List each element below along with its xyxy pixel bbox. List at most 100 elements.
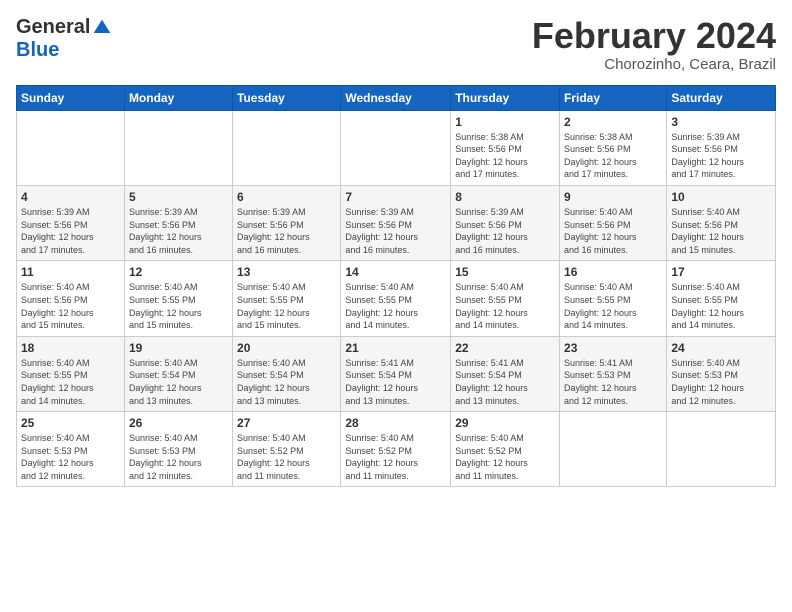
day-number: 26	[129, 416, 228, 430]
day-info: Sunrise: 5:40 AM Sunset: 5:53 PM Dayligh…	[129, 432, 228, 482]
calendar-cell: 16Sunrise: 5:40 AM Sunset: 5:55 PM Dayli…	[560, 261, 667, 336]
day-number: 25	[21, 416, 120, 430]
location-text: Chorozinho, Ceara, Brazil	[532, 56, 776, 73]
day-number: 18	[21, 341, 120, 355]
day-number: 23	[564, 341, 662, 355]
calendar-cell	[233, 110, 341, 185]
weekday-header-row: SundayMondayTuesdayWednesdayThursdayFrid…	[17, 85, 776, 110]
calendar-cell: 10Sunrise: 5:40 AM Sunset: 5:56 PM Dayli…	[667, 185, 776, 260]
weekday-header-wednesday: Wednesday	[341, 85, 451, 110]
day-number: 5	[129, 190, 228, 204]
calendar-cell: 6Sunrise: 5:39 AM Sunset: 5:56 PM Daylig…	[233, 185, 341, 260]
calendar-cell: 15 Sunrise: 5:40 AM Sunset: 5:55 PM Dayli…	[451, 261, 560, 336]
day-info: Sunrise: 5:40 AM Sunset: 5:55 PM Dayligh…	[345, 281, 446, 331]
day-info: Sunrise: 5:38 AM Sunset: 5:56 PM Dayligh…	[455, 131, 555, 181]
logo: General Blue	[16, 16, 112, 62]
calendar-cell: 28 Sunrise: 5:40 AM Sunset: 5:52 PM Dayli…	[341, 412, 451, 487]
calendar-week-row: 11 Sunrise: 5:40 AM Sunset: 5:56 PM Dayli…	[17, 261, 776, 336]
logo-blue-text: Blue	[16, 39, 59, 62]
day-number: 16	[564, 265, 662, 279]
page-header: General Blue February 2024 Chorozinho, C…	[16, 16, 776, 73]
calendar-cell: 5 Sunrise: 5:39 AM Sunset: 5:56 PM Daylig…	[124, 185, 232, 260]
day-number: 15	[455, 265, 555, 279]
day-info: Sunrise: 5:40 AM Sunset: 5:52 PM Dayligh…	[455, 432, 555, 482]
day-info: Sunrise: 5:40 AM Sunset: 5:56 PM Dayligh…	[21, 281, 120, 331]
day-number: 10	[671, 190, 771, 204]
day-number: 13	[237, 265, 336, 279]
day-number: 24	[671, 341, 771, 355]
day-number: 9	[564, 190, 662, 204]
calendar-cell: 29 Sunrise: 5:40 AM Sunset: 5:52 PM Dayli…	[451, 412, 560, 487]
weekday-header-sunday: Sunday	[17, 85, 125, 110]
day-info: Sunrise: 5:39 AM Sunset: 5:56 PM Dayligh…	[129, 206, 228, 256]
calendar-cell: 3 Sunrise: 5:39 AM Sunset: 5:56 PM Daylig…	[667, 110, 776, 185]
day-number: 2	[564, 115, 662, 129]
day-number: 28	[345, 416, 446, 430]
day-number: 7	[345, 190, 446, 204]
day-number: 29	[455, 416, 555, 430]
calendar-cell: 7 Sunrise: 5:39 AM Sunset: 5:56 PM Daylig…	[341, 185, 451, 260]
day-info: Sunrise: 5:39 AM Sunset: 5:56 PM Dayligh…	[671, 131, 771, 181]
calendar-cell	[667, 412, 776, 487]
day-info: Sunrise: 5:39 AM Sunset: 5:56 PM Dayligh…	[455, 206, 555, 256]
calendar-cell	[17, 110, 125, 185]
calendar-cell: 19 Sunrise: 5:40 AM Sunset: 5:54 PM Dayli…	[124, 336, 232, 411]
day-info: Sunrise: 5:41 AM Sunset: 5:53 PM Dayligh…	[564, 357, 662, 407]
day-info: Sunrise: 5:41 AM Sunset: 5:54 PM Dayligh…	[455, 357, 555, 407]
day-number: 1	[455, 115, 555, 129]
day-info: Sunrise: 5:40 AM Sunset: 5:55 PM Dayligh…	[671, 281, 771, 331]
calendar-cell	[560, 412, 667, 487]
day-info: Sunrise: 5:40 AM Sunset: 5:55 PM Dayligh…	[129, 281, 228, 331]
day-info: Sunrise: 5:40 AM Sunset: 5:55 PM Dayligh…	[455, 281, 555, 331]
calendar-cell: 26 Sunrise: 5:40 AM Sunset: 5:53 PM Dayli…	[124, 412, 232, 487]
calendar-cell: 11 Sunrise: 5:40 AM Sunset: 5:56 PM Dayli…	[17, 261, 125, 336]
day-number: 11	[21, 265, 120, 279]
day-number: 19	[129, 341, 228, 355]
calendar-cell: 25 Sunrise: 5:40 AM Sunset: 5:53 PM Dayli…	[17, 412, 125, 487]
calendar-cell: 13 Sunrise: 5:40 AM Sunset: 5:55 PM Dayli…	[233, 261, 341, 336]
calendar-week-row: 1 Sunrise: 5:38 AM Sunset: 5:56 PM Daylig…	[17, 110, 776, 185]
calendar-cell: 24 Sunrise: 5:40 AM Sunset: 5:53 PM Dayli…	[667, 336, 776, 411]
day-number: 4	[21, 190, 120, 204]
calendar-cell: 2 Sunrise: 5:38 AM Sunset: 5:56 PM Daylig…	[560, 110, 667, 185]
calendar-cell	[124, 110, 232, 185]
day-info: Sunrise: 5:40 AM Sunset: 5:54 PM Dayligh…	[129, 357, 228, 407]
day-number: 6	[237, 190, 336, 204]
calendar-cell: 27Sunrise: 5:40 AM Sunset: 5:52 PM Dayli…	[233, 412, 341, 487]
month-title: February 2024	[532, 16, 776, 56]
calendar-cell	[341, 110, 451, 185]
day-number: 3	[671, 115, 771, 129]
calendar-cell: 4Sunrise: 5:39 AM Sunset: 5:56 PM Daylig…	[17, 185, 125, 260]
calendar-cell: 8Sunrise: 5:39 AM Sunset: 5:56 PM Daylig…	[451, 185, 560, 260]
day-info: Sunrise: 5:40 AM Sunset: 5:52 PM Dayligh…	[237, 432, 336, 482]
day-number: 21	[345, 341, 446, 355]
day-info: Sunrise: 5:39 AM Sunset: 5:56 PM Dayligh…	[345, 206, 446, 256]
day-info: Sunrise: 5:40 AM Sunset: 5:53 PM Dayligh…	[21, 432, 120, 482]
calendar-cell: 21 Sunrise: 5:41 AM Sunset: 5:54 PM Dayli…	[341, 336, 451, 411]
title-area: February 2024 Chorozinho, Ceara, Brazil	[532, 16, 776, 73]
calendar-cell: 14 Sunrise: 5:40 AM Sunset: 5:55 PM Dayli…	[341, 261, 451, 336]
day-info: Sunrise: 5:40 AM Sunset: 5:56 PM Dayligh…	[564, 206, 662, 256]
day-info: Sunrise: 5:40 AM Sunset: 5:52 PM Dayligh…	[345, 432, 446, 482]
day-info: Sunrise: 5:40 AM Sunset: 5:55 PM Dayligh…	[237, 281, 336, 331]
calendar-week-row: 18 Sunrise: 5:40 AM Sunset: 5:55 PM Dayli…	[17, 336, 776, 411]
day-info: Sunrise: 5:38 AM Sunset: 5:56 PM Dayligh…	[564, 131, 662, 181]
weekday-header-tuesday: Tuesday	[233, 85, 341, 110]
day-number: 20	[237, 341, 336, 355]
calendar-cell: 9 Sunrise: 5:40 AM Sunset: 5:56 PM Daylig…	[560, 185, 667, 260]
day-number: 22	[455, 341, 555, 355]
logo-general-text: General	[16, 16, 90, 39]
weekday-header-saturday: Saturday	[667, 85, 776, 110]
calendar-cell: 18 Sunrise: 5:40 AM Sunset: 5:55 PM Dayli…	[17, 336, 125, 411]
calendar-cell: 12Sunrise: 5:40 AM Sunset: 5:55 PM Dayli…	[124, 261, 232, 336]
calendar-week-row: 25 Sunrise: 5:40 AM Sunset: 5:53 PM Dayli…	[17, 412, 776, 487]
day-info: Sunrise: 5:41 AM Sunset: 5:54 PM Dayligh…	[345, 357, 446, 407]
weekday-header-friday: Friday	[560, 85, 667, 110]
day-number: 17	[671, 265, 771, 279]
calendar-cell: 17 Sunrise: 5:40 AM Sunset: 5:55 PM Dayli…	[667, 261, 776, 336]
calendar-cell: 22 Sunrise: 5:41 AM Sunset: 5:54 PM Dayli…	[451, 336, 560, 411]
day-info: Sunrise: 5:40 AM Sunset: 5:55 PM Dayligh…	[21, 357, 120, 407]
weekday-header-monday: Monday	[124, 85, 232, 110]
day-info: Sunrise: 5:40 AM Sunset: 5:53 PM Dayligh…	[671, 357, 771, 407]
day-number: 14	[345, 265, 446, 279]
